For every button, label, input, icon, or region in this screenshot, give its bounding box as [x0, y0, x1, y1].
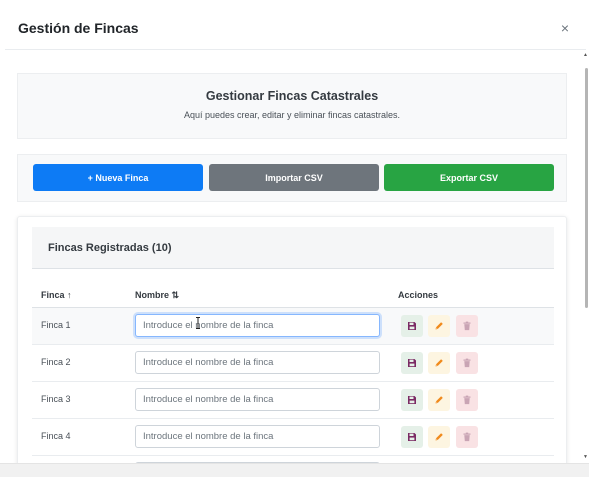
save-button[interactable] — [401, 426, 423, 448]
info-description: Aquí puedes crear, editar y eliminar fin… — [183, 110, 401, 120]
table-header: Finca ↑ Nombre ⇅ Acciones — [32, 282, 554, 308]
pencil-icon — [435, 396, 443, 404]
column-header-finca[interactable]: Finca ↑ — [41, 290, 72, 300]
close-button[interactable]: × — [557, 20, 573, 36]
table-title: Fincas Registradas (10) — [48, 241, 172, 254]
modal-title: Gestión de Fincas — [18, 19, 139, 36]
export-csv-button[interactable]: Exportar CSV — [384, 164, 554, 191]
trash-icon — [463, 432, 471, 442]
edit-button[interactable] — [428, 389, 450, 411]
save-icon — [408, 359, 416, 367]
info-panel: Gestionar Fincas Catastrales Aquí puedes… — [17, 73, 567, 139]
scroll-down-arrow[interactable]: ▼ — [583, 454, 588, 460]
trash-icon — [463, 321, 471, 331]
finca-cell: Finca 4 — [41, 431, 71, 441]
save-button[interactable] — [401, 389, 423, 411]
import-csv-button[interactable]: Importar CSV — [209, 164, 379, 191]
edit-button[interactable] — [428, 352, 450, 374]
scrollbar-thumb[interactable] — [585, 68, 588, 308]
save-icon — [408, 396, 416, 404]
new-finca-button[interactable]: + Nueva Finca — [33, 164, 203, 191]
pencil-icon — [435, 433, 443, 441]
finca-cell: Finca 2 — [41, 357, 71, 367]
table-row: Finca 1 — [32, 308, 554, 345]
table-row: Finca 4 — [32, 419, 554, 456]
finca-cell: Finca 1 — [41, 320, 71, 330]
finca-name-input[interactable] — [135, 314, 380, 337]
actions-bar: + Nueva Finca Importar CSV Exportar CSV — [17, 154, 567, 202]
trash-icon — [463, 395, 471, 405]
edit-button[interactable] — [428, 426, 450, 448]
info-title: Gestionar Fincas Catastrales — [205, 89, 379, 103]
scroll-up-arrow[interactable]: ▲ — [583, 52, 588, 58]
text-cursor-icon — [196, 317, 200, 329]
modal-header: Gestión de Fincas × — [5, 6, 586, 50]
fincas-table-card: Fincas Registradas (10) Finca ↑ Nombre ⇅… — [17, 216, 567, 477]
table-row: Finca 2 — [32, 345, 554, 382]
pencil-icon — [435, 359, 443, 367]
pencil-icon — [435, 322, 443, 330]
column-header-acciones: Acciones — [398, 290, 439, 300]
edit-button[interactable] — [428, 315, 450, 337]
column-header-nombre[interactable]: Nombre ⇅ — [135, 290, 179, 301]
table-card-header: Fincas Registradas (10) — [32, 227, 554, 269]
finca-cell: Finca 3 — [41, 394, 71, 404]
finca-modal: Gestión de Fincas × Gestionar Fincas Cat… — [5, 6, 586, 477]
modal-footer — [0, 463, 589, 477]
save-button[interactable] — [401, 352, 423, 374]
delete-button[interactable] — [456, 352, 478, 374]
finca-name-input[interactable] — [135, 425, 380, 448]
delete-button[interactable] — [456, 315, 478, 337]
delete-button[interactable] — [456, 389, 478, 411]
save-icon — [408, 322, 416, 330]
table-row: Finca 3 — [32, 382, 554, 419]
finca-name-input[interactable] — [135, 351, 380, 374]
delete-button[interactable] — [456, 426, 478, 448]
save-icon — [408, 433, 416, 441]
trash-icon — [463, 358, 471, 368]
finca-name-input[interactable] — [135, 388, 380, 411]
save-button[interactable] — [401, 315, 423, 337]
